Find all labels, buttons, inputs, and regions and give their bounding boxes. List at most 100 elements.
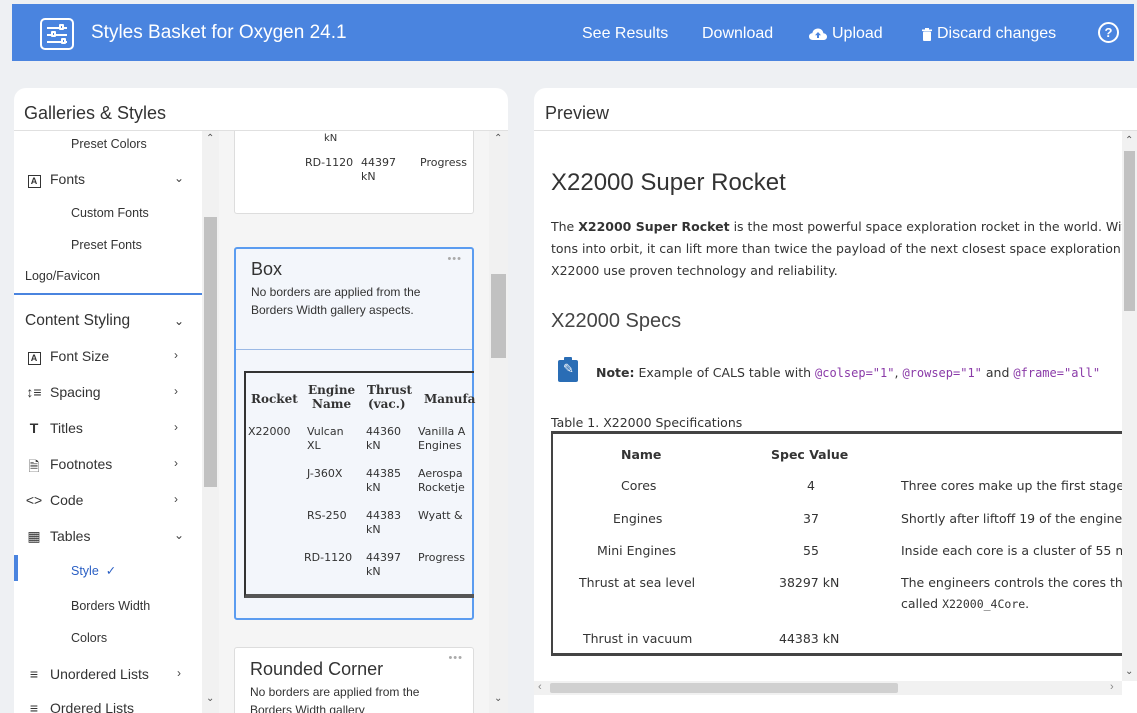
scroll-down-icon[interactable]: ⌄ [1125, 666, 1133, 677]
sidebar-item-style[interactable]: Style ✓ [71, 563, 116, 578]
checkmark-icon: ✓ [102, 564, 117, 578]
divider [236, 349, 472, 350]
cell: Shortly after liftoff 19 of the engines [901, 511, 1122, 526]
trash-icon [922, 27, 932, 41]
gallery-card-previous[interactable]: kN RD-1120 44397 kN Progress [234, 131, 474, 214]
preview-title: Preview [545, 103, 610, 123]
cell: Rocketje [418, 481, 465, 494]
list-icon: ≡ [29, 666, 39, 682]
scroll-right-icon[interactable]: › [1110, 681, 1114, 693]
cell: Vanilla A [418, 425, 466, 438]
title-t-icon: T [29, 420, 39, 436]
see-results-link[interactable]: See Results [582, 25, 668, 43]
card-title: Rounded Corner [250, 659, 384, 679]
scroll-down-icon[interactable]: ⌄ [206, 693, 214, 704]
card-sample-table: Rocket Engine Name Thrust (vac.) Manufa … [244, 371, 476, 598]
scroll-thumb[interactable] [491, 274, 506, 358]
scroll-up-icon[interactable]: ⌃ [1125, 135, 1133, 146]
numbered-list-icon: ≡ [29, 700, 39, 713]
more-options-icon[interactable]: ••• [447, 253, 462, 265]
header-cell: Spec Value [771, 447, 849, 462]
scroll-left-icon[interactable]: ‹ [538, 681, 542, 693]
preview-panel: Preview X22000 Super Rocket The X22000 S… [534, 88, 1137, 713]
cell: J-360X [307, 467, 343, 480]
clipboard-pencil-icon: ✎ [558, 357, 578, 382]
sidebar-item-logo[interactable]: Logo/Favicon [25, 269, 100, 283]
active-indicator [14, 555, 18, 581]
cell: Progress [418, 551, 465, 564]
card-description: No borders are applied from the Borders … [250, 685, 420, 713]
more-options-icon[interactable]: ••• [448, 652, 463, 664]
sidebar-item-preset-fonts[interactable]: Preset Fonts [71, 238, 142, 252]
line-spacing-icon: ↕≡ [26, 384, 42, 400]
cell: 38297 kN [779, 575, 840, 590]
gallery-card-box[interactable]: ••• Box No borders are applied from the … [234, 247, 476, 620]
gallery-card-rounded-corner[interactable]: ••• Rounded Corner No borders are applie… [234, 647, 474, 713]
text: The [551, 219, 579, 234]
cell: Progress [420, 156, 467, 169]
text: tons into orbit, it can lift more than t… [551, 241, 1122, 256]
card-title: Box [251, 259, 283, 279]
cell: 44385 [366, 467, 401, 480]
cell: kN [366, 439, 381, 452]
scroll-down-icon[interactable]: ⌄ [494, 693, 502, 704]
sidebar-item-custom-fonts[interactable]: Custom Fonts [71, 206, 149, 220]
help-icon[interactable]: ? [1098, 22, 1119, 43]
sidebar-item-label: Tables [50, 528, 91, 544]
scroll-thumb[interactable] [550, 683, 898, 693]
cell: Engines [418, 439, 462, 452]
code-attr: @rowsep="1" [902, 366, 982, 380]
discard-label: Discard changes [937, 25, 1057, 42]
chevron-right-icon: › [174, 348, 178, 362]
cell: Three cores make up the first stage [901, 478, 1122, 493]
preview-horizontal-scrollbar[interactable]: ‹ › [534, 681, 1122, 695]
gallery-scrollbar[interactable]: ⌃ ⌄ [489, 131, 508, 713]
sidebar-item-colors[interactable]: Colors [71, 631, 107, 645]
sidebar-item-content-styling[interactable]: Content Styling [25, 312, 130, 330]
scroll-thumb[interactable] [1124, 151, 1135, 311]
sidebar-item-label: Style [71, 564, 99, 578]
download-link[interactable]: Download [702, 25, 773, 43]
cell: Inside each core is a cluster of 55 mini [901, 543, 1122, 558]
app-title: Styles Basket for Oxygen 24.1 [91, 22, 347, 43]
code-attr: @colsep="1" [815, 366, 895, 380]
sidebar-item-label: Fonts [50, 171, 86, 187]
cell: Thrust at sea level [579, 575, 696, 590]
sidebar-item-label: Unordered Lists [50, 666, 149, 682]
header-cell: Manufa [424, 392, 476, 406]
section-heading: X22000 Specs [551, 310, 682, 332]
sidebar-item-borders-width[interactable]: Borders Width [71, 599, 150, 613]
sidebar-item-preset-colors[interactable]: Preset Colors [71, 137, 147, 151]
cell: XL [307, 439, 321, 452]
cell: Wyatt & [418, 509, 463, 522]
cell: 44397 [366, 551, 401, 564]
cell: Aerospa [418, 467, 463, 480]
preview-document: X22000 Super Rocket The X22000 Super Roc… [534, 131, 1122, 681]
cell: RD-1120 [305, 156, 354, 169]
galleries-title: Galleries & Styles [24, 103, 167, 123]
cloud-upload-icon [809, 28, 827, 40]
sidebar-item-label: Spacing [50, 384, 101, 400]
specs-table: Name Spec Value Cores 4 Three cores make… [551, 431, 1122, 656]
card-description: No borders are applied from the Borders … [251, 285, 421, 317]
cell: Mini Engines [597, 543, 676, 558]
document-paragraph: The X22000 Super Rocket is the most powe… [551, 216, 1122, 282]
scroll-up-icon[interactable]: ⌃ [494, 133, 502, 144]
top-bar: Styles Basket for Oxygen 24.1 See Result… [12, 4, 1134, 61]
scroll-up-icon[interactable]: ⌃ [206, 133, 214, 144]
discard-changes-button[interactable]: Discard changes [922, 25, 1056, 43]
text: is the most powerful space exploration r… [733, 219, 1122, 234]
chevron-right-icon: › [174, 384, 178, 398]
chevron-right-icon: › [174, 456, 178, 470]
preview-scrollbar[interactable]: ⌃ ⌄ [1122, 131, 1137, 681]
sidebar-scrollbar[interactable]: ⌃ ⌄ [202, 131, 219, 713]
scroll-thumb[interactable] [204, 217, 217, 487]
sidebar-item-label: Code [50, 492, 84, 508]
font-box-icon: A [25, 171, 43, 188]
chevron-down-icon: ⌄ [174, 528, 185, 542]
text: Example of CALS table with [634, 365, 815, 380]
header-cell: Rocket [251, 392, 298, 406]
sidebar-item-label: Footnotes [50, 456, 113, 472]
upload-button[interactable]: Upload [809, 25, 883, 43]
code-icon: <> [25, 492, 43, 508]
